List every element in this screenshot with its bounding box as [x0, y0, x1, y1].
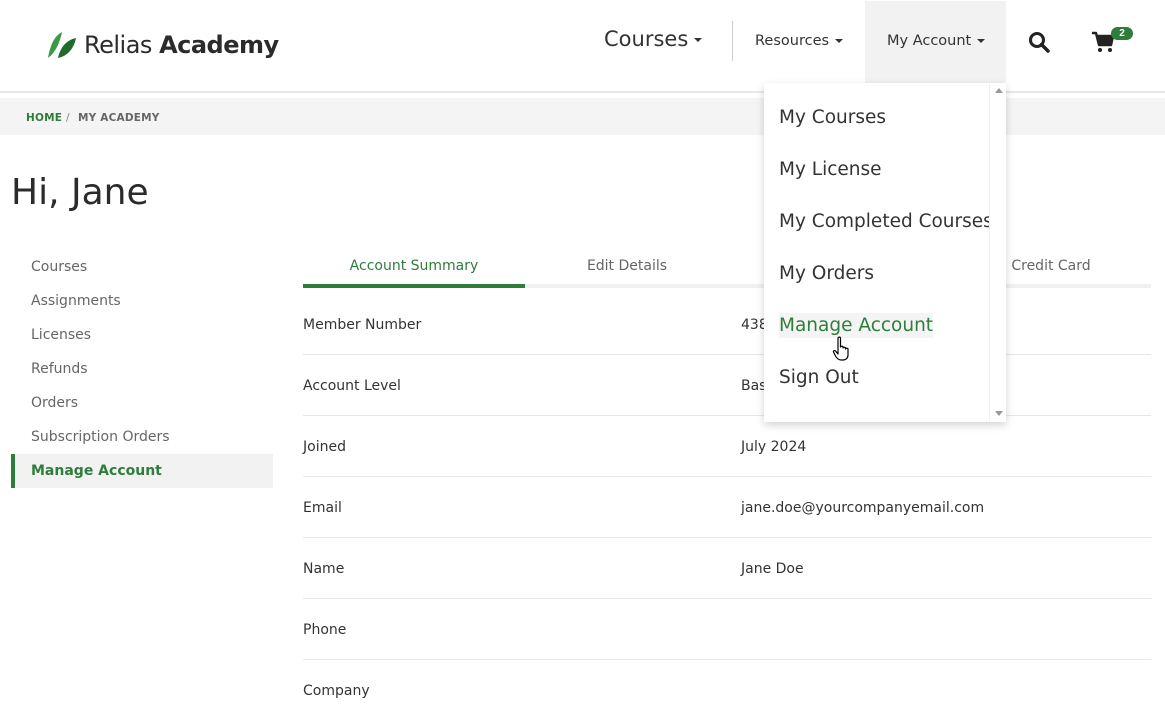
logo-name: Relias [84, 31, 152, 59]
nav-courses-label: Courses [604, 27, 688, 51]
relias-academy-logo[interactable]: Relias Academy [46, 30, 279, 60]
menu-item-sign-out[interactable]: Sign Out [779, 365, 859, 390]
menu-item-my-courses[interactable]: My Courses [779, 105, 886, 130]
menu-item-manage-account[interactable]: Manage Account [779, 313, 933, 338]
summary-key: Account Level [303, 378, 401, 394]
summary-row: Name Jane Doe [303, 538, 1151, 599]
account-summary-table: Member Number 438 Account Level Bas Join… [303, 294, 1151, 721]
menu-item-my-license[interactable]: My License [779, 157, 882, 182]
hand-pointer-cursor-icon [832, 336, 854, 362]
page-title: Hi, Jane [11, 172, 149, 213]
summary-key: Joined [303, 439, 346, 455]
summary-row: Account Level Bas [303, 355, 1151, 416]
tab-edit-details[interactable]: Edit Details [525, 258, 729, 288]
summary-row: Phone [303, 599, 1151, 660]
sidebar-item-refunds[interactable]: Refunds [11, 352, 273, 386]
summary-key: Name [303, 561, 344, 577]
site-header: Relias Academy Courses Resources My Acco… [0, 0, 1165, 93]
chevron-down-icon [694, 38, 702, 42]
menu-item-my-completed-courses[interactable]: My Completed Courses [779, 209, 993, 234]
summary-row: Member Number 438 [303, 294, 1151, 355]
nav-divider [732, 21, 733, 61]
logo-suffix: Academy [159, 31, 279, 59]
breadcrumb-home[interactable]: HOME [26, 112, 62, 124]
summary-key: Company [303, 683, 370, 699]
summary-row: Company [303, 660, 1151, 721]
summary-value: July 2024 [741, 439, 806, 455]
nav-courses[interactable]: Courses [604, 27, 702, 51]
scroll-up-arrow-icon[interactable] [995, 88, 1003, 93]
breadcrumb-separator: / [66, 112, 70, 124]
summary-value: Jane Doe [741, 561, 804, 577]
relias-leaf-logo-icon [46, 30, 78, 60]
sidebar-item-courses[interactable]: Courses [11, 250, 273, 284]
account-tabs: Account Summary Edit Details Credit Card [303, 252, 1151, 288]
nav-resources[interactable]: Resources [755, 33, 843, 49]
menu-item-my-orders[interactable]: My Orders [779, 261, 874, 286]
summary-key: Phone [303, 622, 346, 638]
sidebar-item-licenses[interactable]: Licenses [11, 318, 273, 352]
nav-my-account[interactable]: My Account [865, 1, 1006, 83]
sidebar-item-manage-account[interactable]: Manage Account [11, 454, 273, 488]
chevron-down-icon [977, 39, 985, 43]
search-icon[interactable] [1028, 31, 1050, 53]
tab-account-summary[interactable]: Account Summary [303, 258, 525, 288]
summary-row: Joined July 2024 [303, 416, 1151, 477]
summary-value: jane.doe@yourcompanyemail.com [741, 500, 984, 516]
sidebar-item-assignments[interactable]: Assignments [11, 284, 273, 318]
dropdown-scrollbar[interactable] [989, 83, 1006, 422]
nav-my-account-label: My Account [887, 33, 971, 49]
nav-resources-label: Resources [755, 33, 829, 49]
account-sidebar: Courses Assignments Licenses Refunds Ord… [11, 250, 273, 488]
sidebar-item-orders[interactable]: Orders [11, 386, 273, 420]
my-account-dropdown-menu: My Courses My License My Completed Cours… [764, 83, 1006, 422]
scroll-down-arrow-icon[interactable] [995, 411, 1003, 416]
summary-key: Member Number [303, 317, 421, 333]
summary-row: Email jane.doe@yourcompanyemail.com [303, 477, 1151, 538]
summary-key: Email [303, 500, 342, 516]
summary-value: Bas [741, 378, 766, 394]
cart-count-badge: 2 [1111, 27, 1133, 40]
breadcrumb-current: MY ACADEMY [78, 112, 160, 124]
chevron-down-icon [835, 39, 843, 43]
sidebar-item-subscription-orders[interactable]: Subscription Orders [11, 420, 273, 454]
